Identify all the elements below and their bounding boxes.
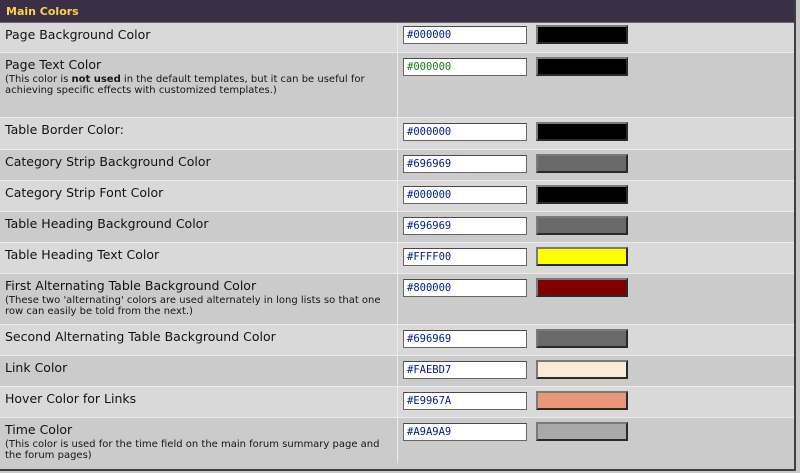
color-row-second-alternating-background: Second Alternating Table Background Colo… <box>0 325 794 356</box>
time-color-swatch[interactable] <box>536 422 628 441</box>
row-label: Category Strip Background Color <box>5 154 211 169</box>
category-strip-font-color-input[interactable] <box>403 186 527 204</box>
row-label: Page Text Color <box>5 57 102 72</box>
section-header: Main Colors <box>0 0 794 23</box>
link-color-input[interactable] <box>403 361 527 379</box>
page-text-color-input[interactable] <box>403 58 527 76</box>
color-row-table-heading-text: Table Heading Text Color <box>0 243 794 274</box>
time-color-input[interactable] <box>403 423 527 441</box>
row-label: Second Alternating Table Background Colo… <box>5 329 276 344</box>
color-row-hover-links: Hover Color for Links <box>0 387 794 418</box>
main-colors-panel: Main Colors Page Background Color Page T… <box>0 0 796 471</box>
color-row-page-text: Page Text Color (This color is not used … <box>0 53 794 118</box>
color-row-table-heading-background: Table Heading Background Color <box>0 212 794 243</box>
category-strip-font-color-swatch[interactable] <box>536 185 628 204</box>
table-heading-background-color-input[interactable] <box>403 217 527 235</box>
color-row-category-strip-background: Category Strip Background Color <box>0 150 794 181</box>
color-row-first-alternating-background: First Alternating Table Background Color… <box>0 274 794 325</box>
row-label: First Alternating Table Background Color <box>5 278 257 293</box>
hover-links-color-swatch[interactable] <box>536 391 628 410</box>
row-note: (These two 'alternating' colors are used… <box>5 295 381 317</box>
row-note: (This color is used for the time field o… <box>5 439 380 461</box>
second-alternating-background-color-swatch[interactable] <box>536 329 628 348</box>
row-label: Table Heading Text Color <box>5 247 160 262</box>
table-border-color-swatch[interactable] <box>536 122 628 141</box>
row-label: Table Heading Background Color <box>5 216 209 231</box>
row-label: Link Color <box>5 360 68 375</box>
color-row-time: Time Color (This color is used for the t… <box>0 418 794 466</box>
row-label: Page Background Color <box>5 27 151 42</box>
table-heading-text-color-input[interactable] <box>403 248 527 266</box>
color-row-table-border: Table Border Color: <box>0 118 794 150</box>
table-border-color-input[interactable] <box>403 123 527 141</box>
row-label: Table Border Color: <box>5 122 124 137</box>
color-row-page-background: Page Background Color <box>0 23 794 53</box>
row-note: (This color is not used in the default t… <box>5 74 365 96</box>
row-label: Hover Color for Links <box>5 391 137 406</box>
page-background-color-input[interactable] <box>403 26 527 44</box>
row-label: Time Color <box>5 422 73 437</box>
color-row-link: Link Color <box>0 356 794 387</box>
category-strip-background-color-input[interactable] <box>403 155 527 173</box>
table-heading-text-color-swatch[interactable] <box>536 247 628 266</box>
second-alternating-background-color-input[interactable] <box>403 330 527 348</box>
row-label: Category Strip Font Color <box>5 185 164 200</box>
link-color-swatch[interactable] <box>536 360 628 379</box>
hover-links-color-input[interactable] <box>403 392 527 410</box>
color-row-category-strip-font: Category Strip Font Color <box>0 181 794 212</box>
first-alternating-background-color-input[interactable] <box>403 279 527 297</box>
first-alternating-background-color-swatch[interactable] <box>536 278 628 297</box>
table-heading-background-color-swatch[interactable] <box>536 216 628 235</box>
panel-footer <box>0 463 794 469</box>
page-text-color-swatch[interactable] <box>536 57 628 76</box>
page-background-color-swatch[interactable] <box>536 25 628 44</box>
category-strip-background-color-swatch[interactable] <box>536 154 628 173</box>
